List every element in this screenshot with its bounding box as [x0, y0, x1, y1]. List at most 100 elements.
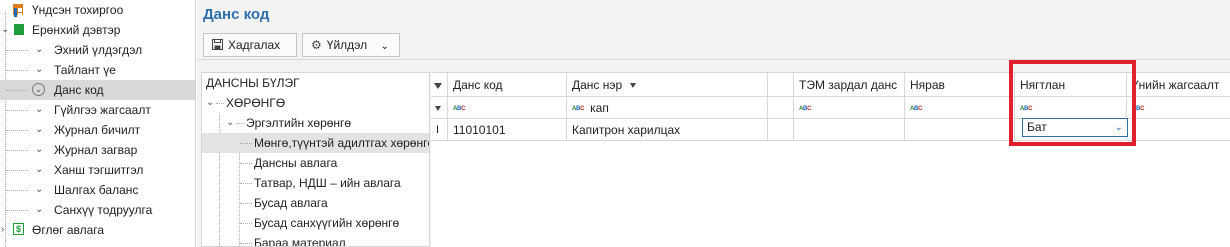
filter-cell-account-code[interactable]: ABC [448, 97, 567, 119]
tree-header: ДАНСНЫ БҮЛЭГ [206, 76, 300, 90]
filter-icon [435, 106, 441, 112]
column-header-label: Данс нэр [572, 78, 623, 92]
sidebar-item-main-settings[interactable]: Үндсэн тохиргоо [0, 0, 195, 20]
tree-connector [240, 143, 252, 144]
tree-connector [240, 183, 252, 184]
column-header-storekeeper[interactable]: Нярав [905, 73, 1015, 97]
sidebar-item-trial-balance[interactable]: ⌄ Шалгах баланс [0, 180, 195, 200]
sidebar-item-label: Санхүү тодруулга [54, 203, 153, 217]
sidebar-item-financial-notes[interactable]: ⌄ Санхүү тодруулга [0, 200, 195, 220]
text-filter-icon: ABC [910, 105, 923, 112]
tree-node-current-assets[interactable]: ⌄ Эргэлтийн хөрөнгө [202, 113, 429, 133]
chevron-down-icon: ⌄ [380, 41, 389, 52]
book-icon [14, 24, 24, 35]
tree-connector [240, 243, 252, 244]
filter-row-toggle[interactable] [431, 73, 448, 97]
tree-node-label: Мөнгө,түүнтэй адилтгах хөрөнгө [254, 136, 430, 150]
sidebar-item-label: Ханш тэгшитгэл [54, 163, 144, 177]
column-header-account-name[interactable]: Данс нэр [567, 73, 768, 97]
text-filter-icon: ABC [572, 105, 585, 112]
sidebar: Үндсэн тохиргоо ⌄ Ерөнхий дэвтэр ⌄ Эхний… [0, 0, 196, 247]
chart-grid-icon [13, 4, 23, 17]
main-panel: Данс код Хадгалах ⚙ Үйлдэл ⌄ ДАНСНЫ БҮЛЭГ… [197, 0, 1230, 247]
filter-cell-expense-account[interactable]: ABC [794, 97, 905, 119]
tree-connector [6, 50, 28, 51]
tree-node-other-financial-assets[interactable]: Бусад санхүүгийн хөрөнгө [202, 213, 429, 233]
filter-active-icon[interactable] [629, 83, 636, 89]
sidebar-item-payables-receivables[interactable]: › $ Өглөг авлага [0, 220, 195, 240]
tree-connector [6, 190, 28, 191]
sidebar-item-label: Данс код [54, 83, 104, 97]
sidebar-item-label: Гүйлгээ жагсаалт [54, 103, 151, 117]
sidebar-item-fx-revaluation[interactable]: ⌄ Ханш тэгшитгэл [0, 160, 195, 180]
sidebar-item-label: Ерөнхий дэвтэр [32, 23, 121, 37]
tree-connector [216, 103, 224, 104]
tree-connector [6, 110, 28, 111]
text-filter-icon: ABC [799, 105, 812, 112]
account-group-tree: ДАНСНЫ БҮЛЭГ ⌄ ХӨРӨНГӨ ⌄ Эргэлтийн хөрөн… [201, 72, 430, 247]
column-header-expense-account[interactable]: ТЭМ зардал данс [794, 73, 905, 97]
filter-cell-price-list[interactable]: ABC [1127, 97, 1230, 119]
sidebar-item-opening-balance[interactable]: ⌄ Эхний үлдэгдэл [0, 40, 195, 60]
page-title: Данс код [203, 6, 270, 23]
filter-row-icon [431, 97, 448, 119]
column-header-blank[interactable] [768, 73, 794, 97]
text-filter-icon: ABC [453, 105, 466, 112]
filter-cell-storekeeper[interactable]: ABC [905, 97, 1015, 119]
collapse-icon[interactable]: ⌄ [1, 20, 9, 40]
tree-connector [6, 70, 28, 71]
table-cell-account-name[interactable]: Капитрон харилцах [567, 119, 768, 141]
sidebar-item-transactions[interactable]: ⌄ Гүйлгээ жагсаалт [0, 100, 195, 120]
table-cell-expense-account[interactable] [794, 119, 905, 141]
sidebar-item-label: Журнал загвар [54, 143, 138, 157]
chevron-down-icon: ⌄ [35, 144, 44, 155]
filter-icon [434, 82, 442, 89]
dollar-icon: $ [13, 223, 24, 235]
table-cell-price-list[interactable] [1127, 119, 1230, 141]
tree-node-other-receivables[interactable]: Бусад авлага [202, 193, 429, 213]
sidebar-item-label: Өглөг авлага [32, 223, 105, 237]
chevron-down-icon: ⌄ [35, 184, 44, 195]
sidebar-item-general-ledger[interactable]: ⌄ Ерөнхий дэвтэр [0, 20, 195, 40]
tree-node-tax-receivable[interactable]: Татвар, НДШ – ийн авлага [202, 173, 429, 193]
filter-cell-blank[interactable] [768, 97, 794, 119]
collapse-icon[interactable]: ⌄ [206, 93, 214, 113]
tree-node-label: Татвар, НДШ – ийн авлага [254, 176, 401, 190]
sidebar-item-journal-entry[interactable]: ⌄ Журнал бичилт [0, 120, 195, 140]
chevron-down-icon: ⌄ [32, 83, 45, 96]
save-button[interactable]: Хадгалах [203, 33, 297, 57]
filter-cell-account-name[interactable]: ABC кап [567, 97, 768, 119]
column-header-account-code[interactable]: Данс код [448, 73, 567, 97]
sidebar-item-account-code[interactable]: ⌄ Данс код [0, 80, 195, 100]
tree-node-cash[interactable]: Мөнгө,түүнтэй адилтгах хөрөнгө [202, 133, 430, 153]
sidebar-item-label: Үндсэн тохиргоо [32, 3, 124, 17]
column-header-price-list[interactable]: Үнийн жагсаалт [1127, 73, 1230, 97]
chevron-down-icon: ⌄ [35, 124, 44, 135]
tree-connector [6, 130, 28, 131]
tree-node-label: Бусад авлага [254, 196, 328, 210]
tree-connector [6, 210, 28, 211]
save-button-label: Хадгалах [228, 38, 281, 52]
save-icon [212, 34, 223, 56]
tree-node-inventory[interactable]: Бараа материал [202, 233, 429, 246]
expand-icon[interactable]: › [1, 220, 4, 240]
chevron-down-icon: ⌄ [35, 164, 44, 175]
sidebar-item-reporting-period[interactable]: ⌄ Тайлант үе [0, 60, 195, 80]
sidebar-item-journal-template[interactable]: ⌄ Журнал загвар [0, 140, 195, 160]
collapse-icon[interactable]: ⌄ [226, 113, 234, 133]
table-cell-blank[interactable] [768, 119, 794, 141]
tree-node-accounts-receivable[interactable]: Дансны авлага [202, 153, 429, 173]
action-menu-button[interactable]: ⚙ Үйлдэл ⌄ [302, 33, 400, 57]
sidebar-item-label: Шалгах баланс [54, 183, 139, 197]
table-cell-storekeeper[interactable] [905, 119, 1015, 141]
sidebar-item-label: Эхний үлдэгдэл [54, 43, 143, 57]
chevron-down-icon: ⌄ [35, 44, 44, 55]
action-button-label: Үйлдэл [326, 38, 368, 52]
table-cell-account-code[interactable]: 11010101 [448, 119, 567, 141]
tree-node-label: ХӨРӨНГӨ [226, 96, 286, 110]
filter-value: кап [590, 101, 609, 115]
tree-node-label: Дансны авлага [254, 156, 338, 170]
tree-node-assets[interactable]: ⌄ ХӨРӨНГӨ [202, 93, 429, 113]
tree-node-label: Бусад санхүүгийн хөрөнгө [254, 216, 400, 230]
tree-connector [6, 150, 28, 151]
